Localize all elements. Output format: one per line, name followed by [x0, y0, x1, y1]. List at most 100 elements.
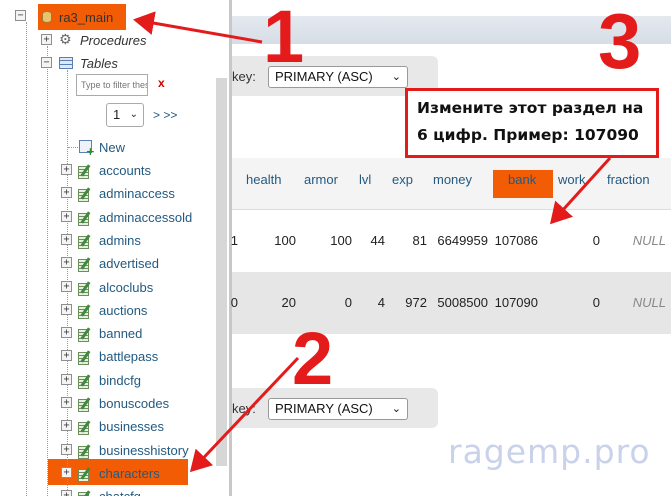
- table-filter-input[interactable]: [76, 74, 148, 96]
- new-table-icon: [79, 140, 95, 158]
- cell-health: 20: [281, 295, 296, 310]
- database-name[interactable]: ra3_main: [59, 10, 113, 25]
- column-bank[interactable]: bank: [508, 172, 536, 187]
- nav-scrollbar[interactable]: [216, 78, 227, 466]
- table-icon: [78, 187, 92, 202]
- expand-icon[interactable]: +: [61, 444, 72, 455]
- cell-fraction: NULL: [632, 295, 666, 310]
- expand-icon[interactable]: +: [61, 304, 72, 315]
- cell-lvl: 4: [377, 295, 385, 310]
- collapse-icon[interactable]: −: [41, 57, 52, 68]
- sort-key-select-bottom[interactable]: PRIMARY (ASC) ⌄: [268, 398, 408, 420]
- expand-icon[interactable]: +: [61, 397, 72, 408]
- expand-icon[interactable]: +: [61, 257, 72, 268]
- column-health[interactable]: health: [246, 172, 281, 187]
- column-lvl[interactable]: lvl: [359, 172, 371, 187]
- next-page-link[interactable]: > >>: [153, 108, 177, 122]
- table-icon: [78, 234, 92, 249]
- table-link-bonuscodes[interactable]: bonuscodes: [99, 396, 169, 411]
- collapse-icon[interactable]: −: [15, 10, 26, 21]
- table-link-adminaccess[interactable]: adminaccess: [99, 186, 175, 201]
- expand-icon[interactable]: +: [61, 374, 72, 385]
- table-icon: [78, 490, 92, 496]
- table-icon: [78, 420, 92, 435]
- cell-lvl: 44: [370, 233, 385, 248]
- table-link-businesshistory[interactable]: businesshistory: [99, 443, 189, 458]
- step-number-3: 3: [598, 0, 642, 85]
- expand-icon[interactable]: +: [61, 467, 72, 478]
- sort-key-label: key:: [232, 401, 256, 416]
- chevron-down-icon: ⌄: [129, 109, 138, 120]
- expand-icon[interactable]: +: [61, 327, 72, 338]
- table-icon: [78, 164, 92, 179]
- cell-work: 0: [592, 233, 600, 248]
- table-icon: [78, 281, 92, 296]
- new-table-link[interactable]: New: [99, 140, 125, 155]
- chevron-down-icon: ⌄: [391, 403, 401, 415]
- clear-filter-button[interactable]: x: [158, 76, 165, 90]
- tables-icon: [59, 57, 73, 69]
- table-link-adminaccessold[interactable]: adminaccessold: [99, 210, 192, 225]
- expand-icon[interactable]: +: [61, 211, 72, 222]
- table-link-banned[interactable]: banned: [99, 326, 142, 341]
- table-link-advertised[interactable]: advertised: [99, 256, 159, 271]
- database-icon: [42, 11, 52, 23]
- cell-armor: 0: [344, 295, 352, 310]
- procedures-icon: ⚙: [59, 32, 72, 48]
- sort-key-value: PRIMARY (ASC): [275, 401, 373, 416]
- annotation-line-1: Измените этот раздел на: [417, 99, 644, 117]
- chevron-down-icon: ⌄: [391, 71, 401, 83]
- column-fraction[interactable]: fraction: [607, 172, 650, 187]
- step-number-1: 1: [263, 0, 305, 78]
- page-select[interactable]: 1 ⌄: [106, 103, 144, 127]
- column-armor[interactable]: armor: [304, 172, 338, 187]
- expand-icon[interactable]: +: [61, 187, 72, 198]
- cell-bank: 107086: [494, 233, 538, 248]
- table-link-accounts[interactable]: accounts: [99, 163, 151, 178]
- tree-line: [47, 46, 48, 496]
- expand-icon[interactable]: +: [61, 350, 72, 361]
- navigation-panel: − ra3_main + ⚙ Procedures − Tables x 1 ⌄…: [0, 0, 232, 496]
- expand-icon[interactable]: +: [61, 420, 72, 431]
- table-icon: [78, 350, 92, 365]
- cell-exp: 81: [412, 233, 427, 248]
- table-icon: [78, 397, 92, 412]
- table-icon: [78, 374, 92, 389]
- step-number-2: 2: [292, 317, 334, 400]
- table-link-bindcfg[interactable]: bindcfg: [99, 373, 141, 388]
- cell-exp: 972: [405, 295, 427, 310]
- table-link-characters[interactable]: characters: [99, 466, 160, 481]
- tree-line: [68, 147, 78, 148]
- sort-key-label: key:: [232, 69, 256, 84]
- procedures-link[interactable]: Procedures: [80, 33, 146, 48]
- cell-money: 6649959: [437, 233, 488, 248]
- table-link-businesses[interactable]: businesses: [99, 419, 164, 434]
- table-link-battlepass[interactable]: battlepass: [99, 349, 158, 364]
- cell-armor: 100: [330, 233, 352, 248]
- table-link-alcoclubs[interactable]: alcoclubs: [99, 280, 153, 295]
- expand-icon[interactable]: +: [61, 234, 72, 245]
- table-icon: [78, 444, 92, 459]
- table-icon: [78, 467, 92, 482]
- expand-icon[interactable]: +: [61, 490, 72, 496]
- tables-link[interactable]: Tables: [80, 56, 118, 71]
- cell-money: 5008500: [437, 295, 488, 310]
- column-exp[interactable]: exp: [392, 172, 413, 187]
- watermark: ragemp.pro: [448, 432, 651, 471]
- cell-fraction: NULL: [632, 233, 666, 248]
- tree-line: [26, 22, 27, 496]
- table-link-chatcfg[interactable]: chatcfg: [99, 489, 141, 496]
- cell-id: 0: [230, 295, 238, 310]
- table-icon: [78, 304, 92, 319]
- table-link-admins[interactable]: admins: [99, 233, 141, 248]
- table-link-auctions[interactable]: auctions: [99, 303, 147, 318]
- annotation-line-2: 6 цифр. Пример: 107090: [417, 126, 639, 144]
- column-money[interactable]: money: [433, 172, 472, 187]
- table-icon: [78, 211, 92, 226]
- column-work[interactable]: work: [558, 172, 585, 187]
- expand-icon[interactable]: +: [61, 281, 72, 292]
- cell-id: 1: [230, 233, 238, 248]
- cell-work: 0: [592, 295, 600, 310]
- expand-icon[interactable]: +: [41, 34, 52, 45]
- expand-icon[interactable]: +: [61, 164, 72, 175]
